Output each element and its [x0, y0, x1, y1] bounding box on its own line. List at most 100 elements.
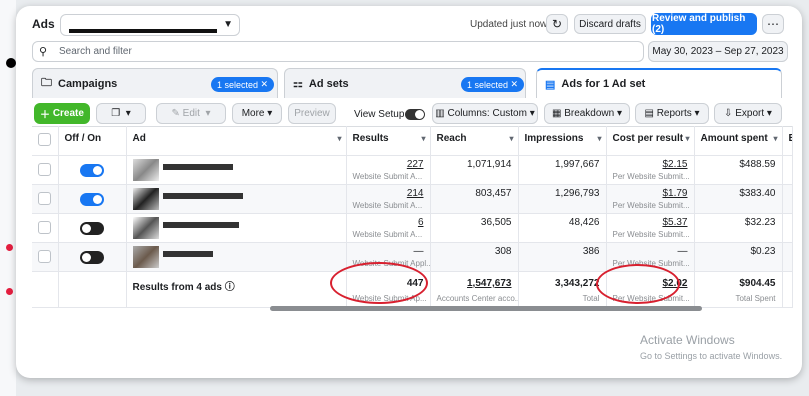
- export-icon: ⇩: [724, 108, 733, 119]
- ad-name-cell[interactable]: [126, 213, 347, 243]
- more-options-button[interactable]: ⋯: [762, 14, 784, 34]
- row-select-cell[interactable]: [32, 184, 59, 214]
- results-sub: Website Submit A...: [352, 172, 423, 181]
- ends-cell: [782, 155, 793, 185]
- cost-per-result-cell: $2.15 Per Website Submit...: [606, 155, 695, 185]
- create-button[interactable]: ＋ Create: [34, 103, 90, 124]
- select-all-cell[interactable]: [32, 126, 59, 156]
- column-header[interactable]: Cost per result ▾: [606, 126, 695, 156]
- annotation-circle-cost: [596, 264, 680, 304]
- ad-status-toggle[interactable]: [80, 164, 104, 177]
- reach-cell: 1,071,914: [430, 155, 519, 185]
- summary-label: Results from 4 ads: [132, 282, 222, 293]
- summary-spent-cell: $904.45 Total Spent: [694, 271, 783, 308]
- reach-cell: 308: [430, 242, 519, 272]
- ads-manager-window: Ads ▼ Updated just now ↻ Discard drafts …: [16, 6, 802, 378]
- column-header[interactable]: Results ▾: [346, 126, 431, 156]
- column-header[interactable]: Impressions ▾: [518, 126, 607, 156]
- results-value[interactable]: 214: [353, 188, 424, 199]
- updated-status: Updated just now: [470, 19, 548, 30]
- account-selector[interactable]: ▼: [60, 14, 240, 36]
- selected-badge[interactable]: 1 selected ✕: [461, 77, 525, 92]
- watermark-sub: Go to Settings to activate Windows.: [640, 351, 783, 361]
- reports-button[interactable]: ▤ Reports ▾: [635, 103, 709, 124]
- ends-cell: [782, 242, 793, 272]
- row-checkbox[interactable]: [38, 192, 51, 205]
- ad-name-cell[interactable]: [126, 242, 347, 272]
- date-range-picker[interactable]: May 30, 2023 – Sep 27, 2023: [648, 41, 788, 62]
- redacted-ad-name: [162, 222, 239, 228]
- table-row[interactable]: 227 Website Submit A... 1,071,914 1,997,6…: [32, 155, 793, 185]
- row-checkbox[interactable]: [38, 221, 51, 234]
- results-value[interactable]: 227: [353, 159, 424, 170]
- columns-label: Columns: Custom: [447, 108, 527, 119]
- results-cell: 214 Website Submit A...: [346, 184, 431, 214]
- tab-ads[interactable]: ▤ Ads for 1 Ad set: [536, 68, 782, 98]
- summary-impressions-cell: 3,343,272 Total: [518, 271, 607, 308]
- discard-drafts-button[interactable]: Discard drafts: [574, 14, 646, 34]
- export-button[interactable]: ⇩ Export ▾: [714, 103, 782, 124]
- table-row[interactable]: 214 Website Submit A... 803,457 1,296,793…: [32, 184, 793, 214]
- summary-reach[interactable]: 1,547,673: [437, 278, 512, 289]
- row-select-cell[interactable]: [32, 242, 59, 272]
- column-header[interactable]: En: [782, 126, 793, 156]
- status-cell: [58, 184, 127, 214]
- ad-status-toggle[interactable]: [80, 222, 104, 235]
- app-title: Ads: [32, 17, 55, 31]
- ad-status-toggle[interactable]: [80, 193, 104, 206]
- column-header-label: Cost per result: [612, 133, 684, 144]
- select-all-checkbox[interactable]: [38, 133, 51, 146]
- breakdown-button[interactable]: ▦ Breakdown ▾: [544, 103, 630, 124]
- summary-spacer: [32, 271, 59, 308]
- cpr-sub: Per Website Submit...: [612, 201, 690, 210]
- ad-status-toggle[interactable]: [80, 251, 104, 264]
- review-publish-button[interactable]: Review and publish (2): [651, 13, 757, 35]
- tab-ad-sets[interactable]: ⚏ Ad sets 1 selected ✕: [284, 68, 526, 98]
- results-value[interactable]: 6: [353, 217, 424, 228]
- preview-button[interactable]: Preview: [288, 103, 336, 124]
- cpr-value[interactable]: $1.79: [613, 188, 687, 199]
- row-select-cell[interactable]: [32, 213, 59, 243]
- row-checkbox[interactable]: [38, 250, 51, 263]
- edit-button[interactable]: ✎ Edit ▾: [156, 103, 226, 124]
- tab-campaigns[interactable]: 🗀 Campaigns 1 selected ✕: [32, 68, 278, 98]
- sort-icon: ▾: [509, 134, 514, 143]
- duplicate-button[interactable]: ❐ ▾: [96, 103, 146, 124]
- grid-icon: ⚏: [293, 78, 303, 90]
- column-header[interactable]: Off / On: [58, 126, 127, 156]
- column-header[interactable]: Ad ▾: [126, 126, 347, 156]
- table-row[interactable]: 6 Website Submit A... 36,505 48,426 $5.37…: [32, 213, 793, 243]
- ad-name-cell[interactable]: [126, 184, 347, 214]
- more-button[interactable]: More ▾: [232, 103, 282, 124]
- chevron-down-icon: ▼: [223, 19, 233, 30]
- view-setup-toggle[interactable]: [405, 109, 425, 120]
- row-checkbox[interactable]: [38, 163, 51, 176]
- selected-badge[interactable]: 1 selected ✕: [211, 77, 275, 92]
- reports-icon: ▤: [644, 108, 654, 119]
- ad-icon: ▤: [545, 78, 556, 91]
- more-label: More: [241, 108, 265, 119]
- redacted-ad-name: [162, 193, 243, 199]
- search-placeholder: Search and filter: [59, 46, 132, 57]
- horizontal-scrollbar[interactable]: [270, 306, 702, 311]
- row-select-cell[interactable]: [32, 155, 59, 185]
- cpr-value[interactable]: $5.37: [613, 217, 687, 228]
- breakdown-icon: ▦: [551, 108, 562, 119]
- refresh-button[interactable]: ↻: [546, 14, 568, 34]
- ad-name-cell[interactable]: [126, 155, 347, 185]
- sort-icon: ▾: [685, 134, 690, 143]
- sort-icon: ▾: [597, 134, 602, 143]
- ellipsis-icon: ⋯: [767, 17, 779, 31]
- create-label: Create: [52, 108, 84, 119]
- impressions-cell: 1,997,667: [518, 155, 607, 185]
- search-filter-bar[interactable]: ⚲ Search and filter: [32, 41, 644, 62]
- left-edge-bar: [0, 0, 16, 396]
- status-cell: [58, 213, 127, 243]
- column-header[interactable]: Amount spent ▾: [694, 126, 783, 156]
- column-header[interactable]: Reach ▾: [430, 126, 519, 156]
- ad-thumbnail: [132, 159, 159, 181]
- status-cell: [58, 155, 127, 185]
- columns-button[interactable]: ▥ Columns: Custom ▾: [432, 103, 538, 124]
- cpr-value[interactable]: $2.15: [613, 159, 687, 170]
- sort-icon: ▾: [337, 134, 342, 143]
